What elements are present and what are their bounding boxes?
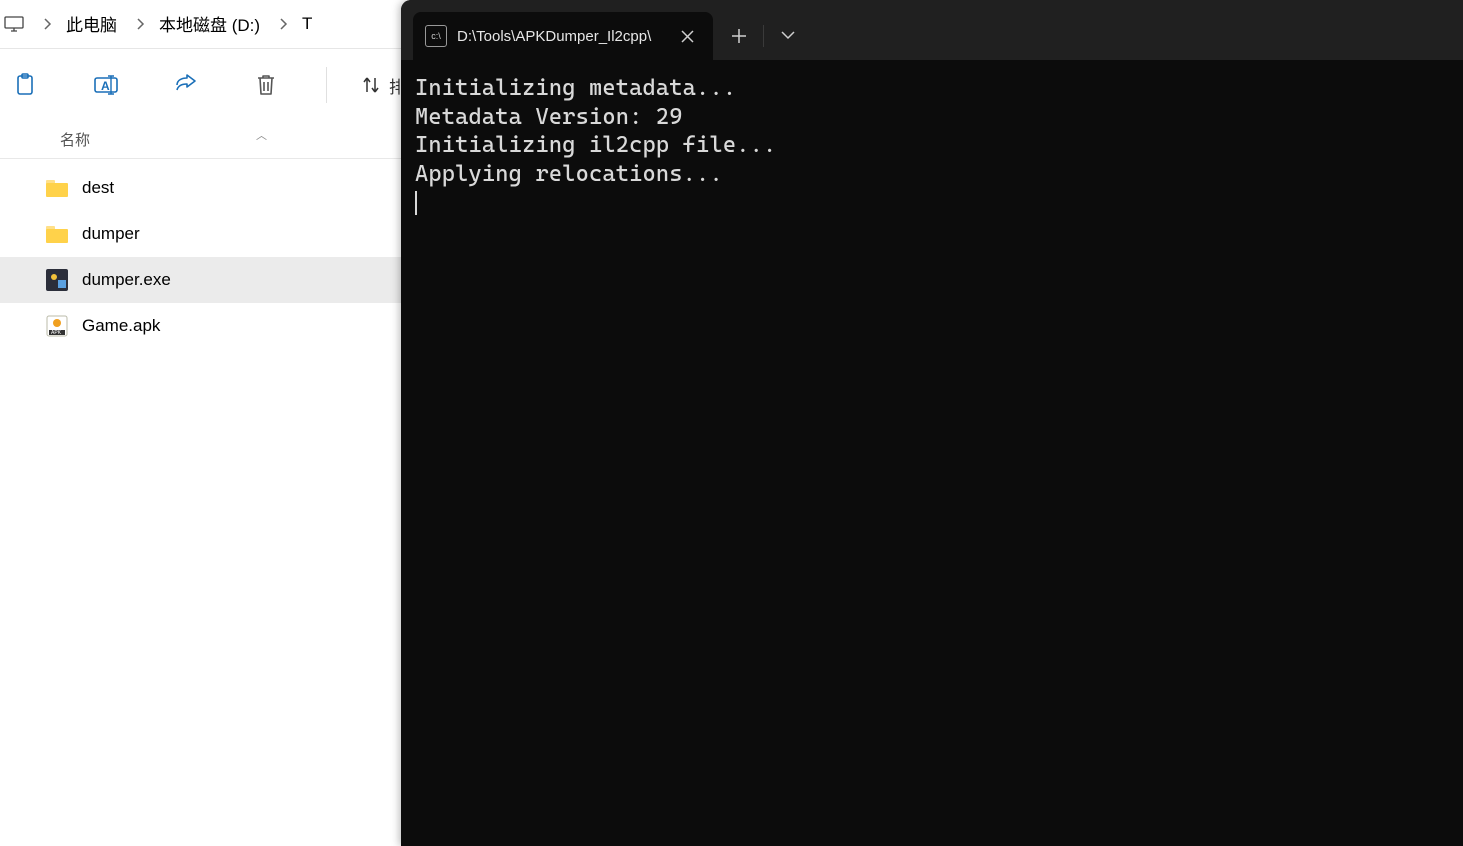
separator (326, 67, 327, 103)
file-name: Game.apk (82, 316, 160, 336)
breadcrumb-item[interactable]: 本地磁盘 (D:) (157, 11, 262, 36)
tab-controls (717, 12, 810, 60)
chevron-right-icon (280, 18, 288, 30)
terminal-window: c:\ D:\Tools\APKDumper_Il2cpp\ Initializ… (401, 0, 1463, 846)
file-name: dumper (82, 224, 140, 244)
terminal-tab[interactable]: c:\ D:\Tools\APKDumper_Il2cpp\ (413, 12, 713, 60)
folder-icon (44, 221, 70, 247)
exe-icon (44, 267, 70, 293)
column-name-label: 名称 (60, 129, 90, 150)
delete-button[interactable] (240, 61, 292, 109)
terminal-output[interactable]: Initializing metadata... Metadata Versio… (401, 60, 1463, 846)
breadcrumb-item[interactable]: 此电脑 (64, 11, 119, 36)
terminal-cursor (415, 191, 417, 215)
new-tab-button[interactable] (717, 16, 761, 56)
cmd-icon: c:\ (425, 25, 447, 47)
svg-text:A: A (101, 79, 110, 93)
breadcrumb-item[interactable]: T (300, 14, 314, 34)
monitor-icon (4, 16, 24, 32)
terminal-tab-title: D:\Tools\APKDumper_Il2cpp\ (457, 28, 663, 45)
terminal-titlebar[interactable]: c:\ D:\Tools\APKDumper_Il2cpp\ (401, 0, 1463, 60)
sort-icon (361, 75, 381, 95)
file-name: dumper.exe (82, 270, 171, 290)
chevron-right-icon (44, 18, 52, 30)
file-name: dest (82, 178, 114, 198)
share-button[interactable] (160, 61, 212, 109)
close-tab-button[interactable] (673, 22, 701, 50)
breadcrumb-root[interactable] (0, 16, 26, 32)
apk-icon: APK (44, 313, 70, 339)
term-line: Initializing metadata... (415, 75, 736, 101)
chevron-right-icon (137, 18, 145, 30)
separator (763, 25, 764, 47)
term-line: Applying relocations... (415, 161, 723, 187)
svg-text:APK: APK (51, 330, 62, 336)
paste-button[interactable] (0, 61, 52, 109)
folder-icon (44, 175, 70, 201)
tab-menu-button[interactable] (766, 16, 810, 56)
sort-ascending-icon: ︿ (256, 127, 267, 143)
term-line: Metadata Version: 29 (415, 104, 683, 130)
term-line: Initializing il2cpp file... (415, 132, 776, 158)
rename-button[interactable]: A (80, 61, 132, 109)
